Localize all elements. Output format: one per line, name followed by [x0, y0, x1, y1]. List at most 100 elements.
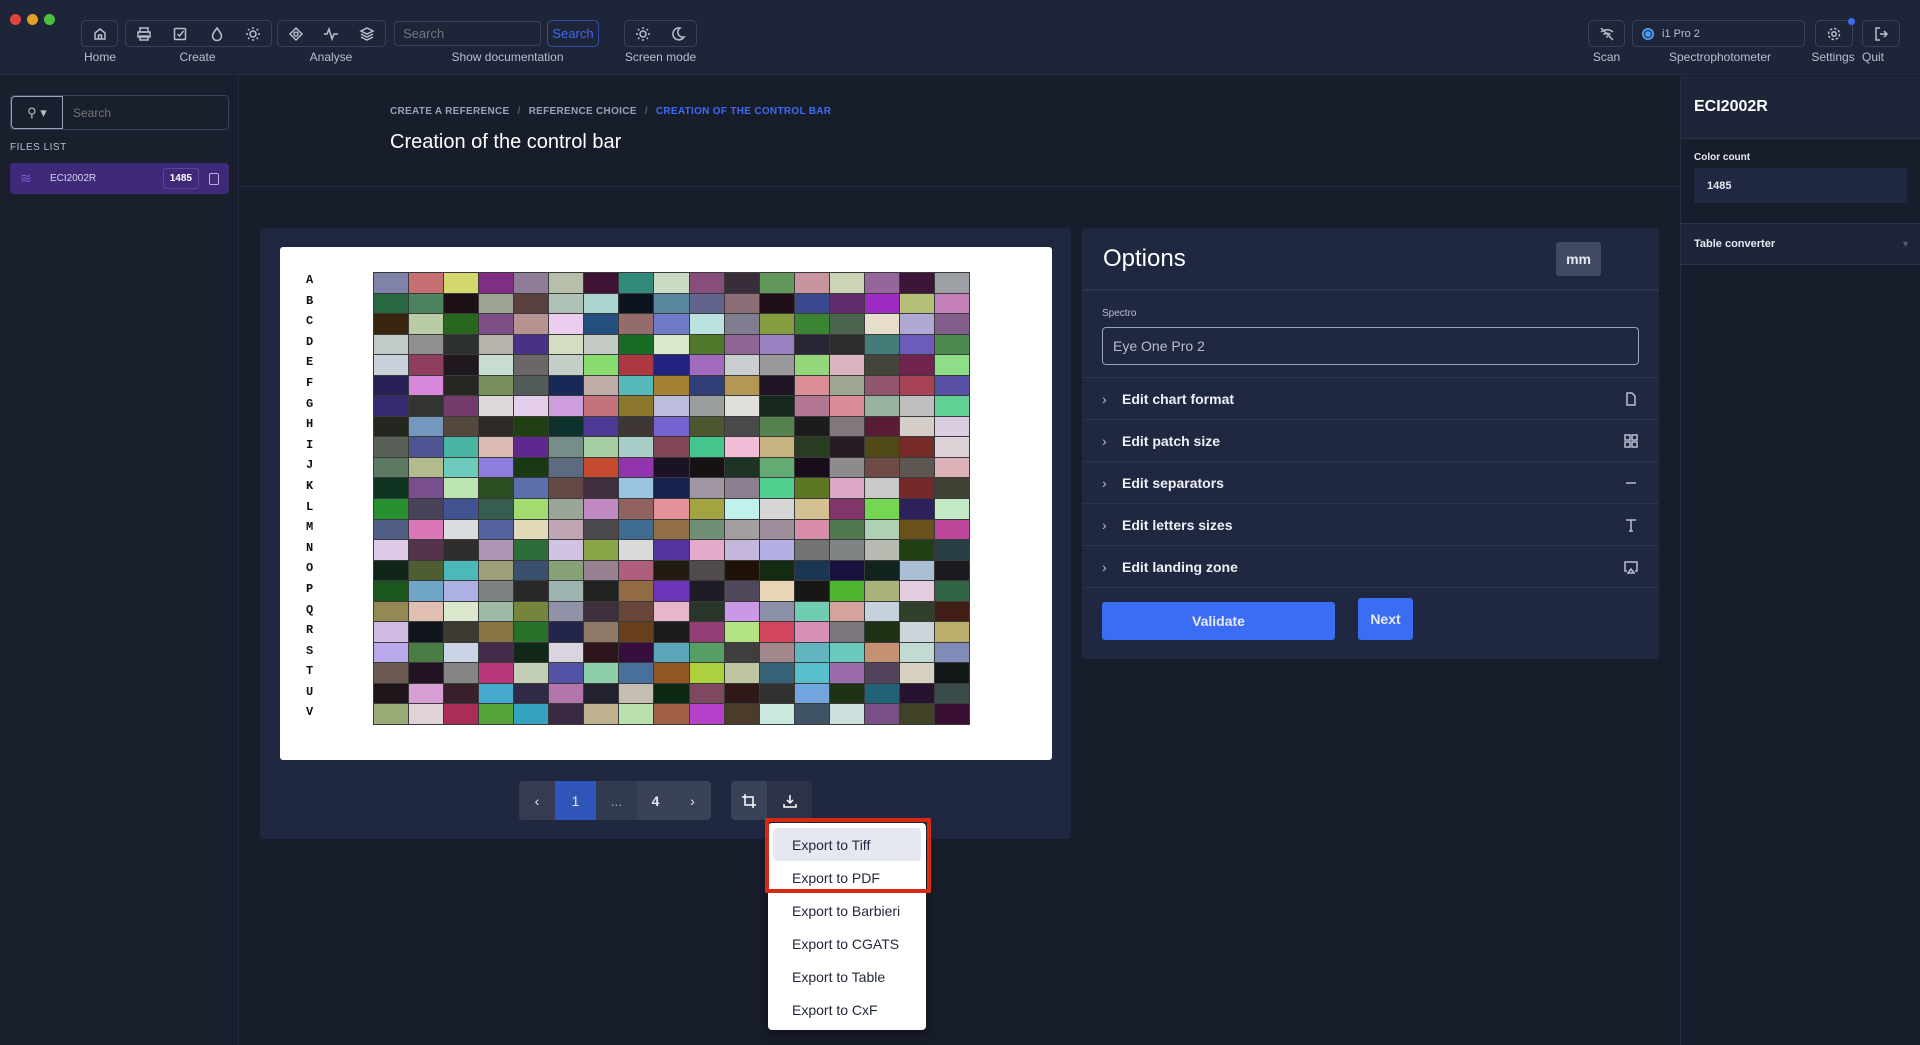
- color-patch: [689, 273, 724, 293]
- file-item[interactable]: ≋ ECI2002R 1485: [10, 163, 229, 194]
- color-patch: [654, 622, 689, 642]
- page-4-button[interactable]: 4: [637, 781, 674, 820]
- color-patch: [374, 519, 409, 540]
- table-converter-accordion[interactable]: Table converter ▼: [1681, 223, 1920, 265]
- row-label: A: [306, 273, 314, 287]
- color-patch: [899, 540, 934, 560]
- color-patch: [374, 601, 409, 622]
- target-icon[interactable]: [288, 26, 304, 42]
- crop-button[interactable]: [731, 781, 767, 820]
- color-patch: [829, 683, 864, 704]
- next-button[interactable]: Next: [1358, 598, 1413, 640]
- edit-chart-format-section[interactable]: › Edit chart format: [1082, 377, 1659, 419]
- edit-separators-section[interactable]: › Edit separators: [1082, 461, 1659, 503]
- settings-button[interactable]: [1815, 18, 1855, 47]
- window-maximize-button[interactable]: [44, 14, 55, 25]
- window-close-button[interactable]: [10, 14, 21, 25]
- color-patch: [409, 498, 444, 519]
- drop-icon[interactable]: [209, 26, 225, 42]
- row-labels: ABCDEFGHIJKLMNOPQRSTUV: [306, 273, 320, 726]
- color-patch: [934, 663, 969, 683]
- color-patch: [654, 663, 689, 683]
- color-patch: [654, 437, 689, 457]
- color-patch: [444, 478, 479, 498]
- color-patch: [759, 663, 794, 683]
- printer-icon[interactable]: [136, 26, 152, 42]
- color-patch: [654, 601, 689, 622]
- color-patch: [654, 273, 689, 293]
- color-patch: [724, 581, 759, 601]
- color-patch: [444, 293, 479, 314]
- search-filter-dropdown[interactable]: ⚲ ▾: [11, 96, 63, 129]
- unit-toggle-button[interactable]: mm: [1556, 241, 1601, 276]
- text-icon: [1623, 517, 1639, 533]
- export-cgats-item[interactable]: Export to CGATS: [773, 927, 921, 960]
- activity-icon[interactable]: [323, 26, 339, 42]
- home-button[interactable]: [81, 20, 118, 47]
- color-patch: [479, 334, 514, 355]
- file-checkbox[interactable]: [209, 172, 219, 185]
- color-patch: [514, 314, 549, 334]
- color-patch: [444, 416, 479, 437]
- edit-patch-size-section[interactable]: › Edit patch size: [1082, 419, 1659, 461]
- color-patch: [899, 704, 934, 724]
- color-patch: [409, 519, 444, 540]
- export-barbieri-item[interactable]: Export to Barbieri: [773, 894, 921, 927]
- file-search-input[interactable]: [63, 96, 228, 129]
- color-patch: [374, 581, 409, 601]
- export-button[interactable]: [767, 781, 812, 820]
- color-patch: [514, 663, 549, 683]
- breadcrumb-item[interactable]: REFERENCE CHOICE: [529, 106, 637, 117]
- color-patch: [724, 601, 759, 622]
- layers-icon[interactable]: [359, 26, 375, 42]
- color-patch: [479, 355, 514, 375]
- page-header: CREATE A REFERENCE / REFERENCE CHOICE / CR…: [240, 76, 1680, 187]
- breadcrumb-item[interactable]: CREATE A REFERENCE: [390, 106, 509, 117]
- color-patch: [584, 601, 619, 622]
- sun-icon[interactable]: [245, 26, 261, 42]
- documentation-search-input[interactable]: [394, 21, 541, 46]
- spectro-input[interactable]: Eye One Pro 2: [1102, 327, 1639, 365]
- next-page-button[interactable]: ›: [674, 781, 711, 820]
- color-patch: [479, 396, 514, 416]
- color-patch: [794, 601, 829, 622]
- window-minimize-button[interactable]: [27, 14, 38, 25]
- color-patch: [619, 498, 654, 519]
- color-patch: [409, 437, 444, 457]
- color-patch: [794, 663, 829, 683]
- color-patch: [584, 581, 619, 601]
- color-patch: [759, 622, 794, 642]
- color-patch: [619, 601, 654, 622]
- row-label: M: [306, 520, 314, 535]
- scan-button[interactable]: [1588, 20, 1625, 47]
- export-cxf-item[interactable]: Export to CxF: [773, 993, 921, 1026]
- light-mode-icon[interactable]: [635, 26, 651, 42]
- spectrophotometer-select[interactable]: i1 Pro 2: [1632, 20, 1805, 47]
- file-name: ECI2002R: [50, 173, 97, 184]
- edit-landing-zone-section[interactable]: › Edit landing zone: [1082, 545, 1659, 587]
- page-1-button[interactable]: 1: [555, 781, 596, 820]
- dark-mode-icon[interactable]: [670, 26, 686, 42]
- top-toolbar: Home Create Analyse Search Show document…: [0, 0, 1920, 75]
- color-count-value: 1485: [1694, 168, 1907, 203]
- color-patch: [864, 704, 899, 724]
- validate-button[interactable]: Validate: [1102, 602, 1335, 640]
- prev-page-button[interactable]: ‹: [519, 781, 555, 820]
- color-patch: [794, 355, 829, 375]
- create-group: [125, 20, 272, 47]
- home-label: Home: [83, 50, 116, 64]
- section-label: Edit chart format: [1122, 390, 1235, 407]
- color-patch: [619, 375, 654, 396]
- color-patch: [829, 581, 864, 601]
- color-patch: [409, 334, 444, 355]
- color-patch: [409, 642, 444, 663]
- chevron-right-icon: ›: [1102, 432, 1107, 449]
- export-table-item[interactable]: Export to Table: [773, 960, 921, 993]
- color-patch: [794, 396, 829, 416]
- quit-button[interactable]: [1862, 20, 1900, 47]
- search-button[interactable]: Search: [547, 20, 599, 47]
- color-patch: [549, 519, 584, 540]
- checkbox-icon[interactable]: [172, 26, 188, 42]
- edit-letters-sizes-section[interactable]: › Edit letters sizes: [1082, 503, 1659, 545]
- color-patch: [479, 498, 514, 519]
